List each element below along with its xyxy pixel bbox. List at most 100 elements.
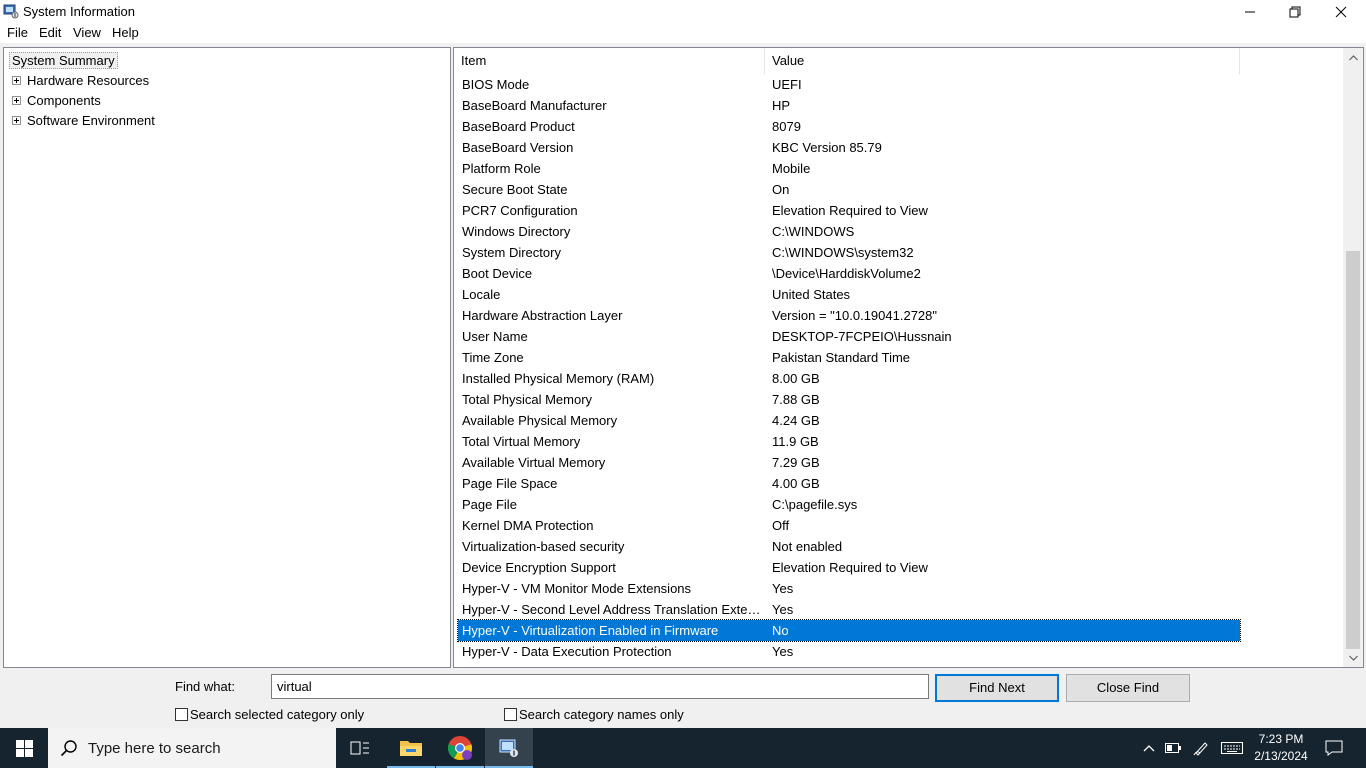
- menu-help[interactable]: Help: [112, 25, 139, 40]
- search-selected-category-checkbox[interactable]: Search selected category only: [175, 707, 364, 722]
- table-row[interactable]: Device Encryption Support Elevation Requi…: [458, 557, 1240, 578]
- taskbar-clock[interactable]: 7:23 PM 2/13/2024: [1246, 731, 1316, 765]
- system-information-taskbar-button[interactable]: [485, 728, 533, 768]
- chevron-up-icon: [1143, 745, 1155, 752]
- taskbar: Type here to search 7:23 PM 2/13/2024: [0, 728, 1366, 768]
- table-row[interactable]: Hyper-V - VM Monitor Mode Extensions Yes: [458, 578, 1240, 599]
- table-row[interactable]: Virtualization-based security Not enabled: [458, 536, 1240, 557]
- pen-icon: [1193, 742, 1208, 756]
- value-cell: Elevation Required to View: [772, 560, 928, 575]
- value-cell: 7.88 GB: [772, 392, 820, 407]
- item-cell: Kernel DMA Protection: [462, 518, 594, 533]
- table-row[interactable]: BaseBoard Manufacturer HP: [458, 95, 1240, 116]
- table-row[interactable]: Time Zone Pakistan Standard Time: [458, 347, 1240, 368]
- table-row[interactable]: Kernel DMA Protection Off: [458, 515, 1240, 536]
- table-row[interactable]: Hyper-V - Second Level Address Translati…: [458, 599, 1240, 620]
- details-list: Item Value BIOS Mode UEFI BaseBoard Manufa…: [453, 47, 1364, 668]
- tree-item-system-summary[interactable]: System Summary: [9, 52, 118, 69]
- table-row[interactable]: Windows Directory C:\WINDOWS: [458, 221, 1240, 242]
- find-next-button[interactable]: Find Next: [935, 674, 1059, 702]
- table-row[interactable]: Hyper-V - Data Execution Protection Yes: [458, 641, 1240, 662]
- item-cell: Hyper-V - VM Monitor Mode Extensions: [462, 581, 692, 596]
- touch-keyboard-button[interactable]: [1218, 728, 1246, 768]
- tree-item-hardware-resources[interactable]: Hardware Resources: [12, 71, 149, 89]
- vertical-scrollbar[interactable]: [1343, 48, 1363, 667]
- restore-icon: [1289, 6, 1301, 17]
- value-cell: On: [772, 182, 790, 197]
- value-cell: C:\WINDOWS\system32: [772, 245, 914, 260]
- table-row[interactable]: Hyper-V - Virtualization Enabled in Firm…: [457, 619, 1241, 642]
- item-cell: BaseBoard Product: [462, 119, 575, 134]
- scroll-thumb[interactable]: [1346, 251, 1360, 649]
- table-row[interactable]: Secure Boot State On: [458, 179, 1240, 200]
- table-row[interactable]: BIOS Mode UEFI: [458, 74, 1240, 95]
- item-cell: Device Encryption Support: [462, 560, 616, 575]
- value-cell: Pakistan Standard Time: [772, 350, 911, 365]
- minimize-button[interactable]: [1227, 0, 1273, 23]
- item-cell: Total Virtual Memory: [462, 434, 581, 449]
- tree-item-software-environment[interactable]: Software Environment: [12, 111, 155, 129]
- search-category-names-checkbox[interactable]: Search category names only: [504, 707, 684, 722]
- value-cell: C:\pagefile.sys: [772, 497, 858, 512]
- table-row[interactable]: BaseBoard Product 8079: [458, 116, 1240, 137]
- expand-icon[interactable]: [12, 95, 21, 105]
- value-cell: Elevation Required to View: [772, 203, 928, 218]
- table-row[interactable]: Available Virtual Memory 7.29 GB: [458, 452, 1240, 473]
- system-information-icon: [3, 4, 19, 19]
- chrome-icon: [447, 736, 473, 761]
- value-cell: United States: [772, 287, 851, 302]
- task-view-button[interactable]: [336, 728, 384, 768]
- task-view-icon: [350, 741, 369, 755]
- value-cell: Mobile: [772, 161, 811, 176]
- table-row[interactable]: PCR7 Configuration Elevation Required to …: [458, 200, 1240, 221]
- start-button[interactable]: [0, 728, 48, 768]
- clock-time: 7:23 PM: [1258, 732, 1304, 746]
- title-bar: System Information: [0, 0, 1366, 23]
- close-button[interactable]: [1318, 0, 1364, 23]
- chrome-taskbar-button[interactable]: [436, 728, 484, 768]
- tree-item-components[interactable]: Components: [12, 91, 101, 109]
- table-row[interactable]: User Name DESKTOP-7FCPEIO\Hussnain: [458, 326, 1240, 347]
- menu-bar: File Edit View Help: [0, 23, 1366, 43]
- item-cell: User Name: [462, 329, 528, 344]
- table-row[interactable]: Available Physical Memory 4.24 GB: [458, 410, 1240, 431]
- expand-icon[interactable]: [12, 75, 21, 85]
- item-cell: Hyper-V - Second Level Address Translati…: [462, 602, 764, 617]
- menu-view[interactable]: View: [73, 25, 101, 40]
- table-row[interactable]: Page File Space 4.00 GB: [458, 473, 1240, 494]
- column-header-item[interactable]: Item: [454, 48, 765, 74]
- close-find-button[interactable]: Close Find: [1066, 674, 1190, 702]
- table-row[interactable]: Page File C:\pagefile.sys: [458, 494, 1240, 515]
- tree-item-label: Components: [27, 92, 101, 108]
- restore-button[interactable]: [1272, 0, 1318, 23]
- expand-icon[interactable]: [12, 115, 21, 125]
- action-center-button[interactable]: [1320, 728, 1348, 768]
- table-row[interactable]: Boot Device \Device\HarddiskVolume2: [458, 263, 1240, 284]
- table-row[interactable]: Platform Role Mobile: [458, 158, 1240, 179]
- menu-file[interactable]: File: [7, 25, 28, 40]
- table-row[interactable]: BaseBoard Version KBC Version 85.79: [458, 137, 1240, 158]
- value-cell: KBC Version 85.79: [772, 140, 882, 155]
- table-row[interactable]: Installed Physical Memory (RAM) 8.00 GB: [458, 368, 1240, 389]
- table-row[interactable]: Hardware Abstraction Layer Version = "10.…: [458, 305, 1240, 326]
- checkbox-box[interactable]: [504, 708, 517, 721]
- show-hidden-icons-button[interactable]: [1138, 728, 1160, 768]
- table-row[interactable]: Total Virtual Memory 11.9 GB: [458, 431, 1240, 452]
- column-header-value[interactable]: Value: [765, 48, 1240, 74]
- menu-edit[interactable]: Edit: [39, 25, 61, 40]
- scroll-up-arrow-icon[interactable]: [1343, 49, 1363, 66]
- item-cell: Installed Physical Memory (RAM): [462, 371, 655, 386]
- taskbar-search-box[interactable]: Type here to search: [48, 728, 336, 768]
- notification-icon: [1325, 740, 1343, 756]
- table-row[interactable]: System Directory C:\WINDOWS\system32: [458, 242, 1240, 263]
- item-cell: BaseBoard Version: [462, 140, 574, 155]
- checkbox-box[interactable]: [175, 708, 188, 721]
- battery-button[interactable]: [1162, 728, 1184, 768]
- item-cell: System Directory: [462, 245, 561, 260]
- table-row[interactable]: Total Physical Memory 7.88 GB: [458, 389, 1240, 410]
- pen-workspace-button[interactable]: [1190, 728, 1212, 768]
- find-what-input[interactable]: virtual: [271, 674, 929, 699]
- scroll-down-arrow-icon[interactable]: [1343, 649, 1363, 666]
- file-explorer-taskbar-button[interactable]: [387, 728, 435, 768]
- table-row[interactable]: Locale United States: [458, 284, 1240, 305]
